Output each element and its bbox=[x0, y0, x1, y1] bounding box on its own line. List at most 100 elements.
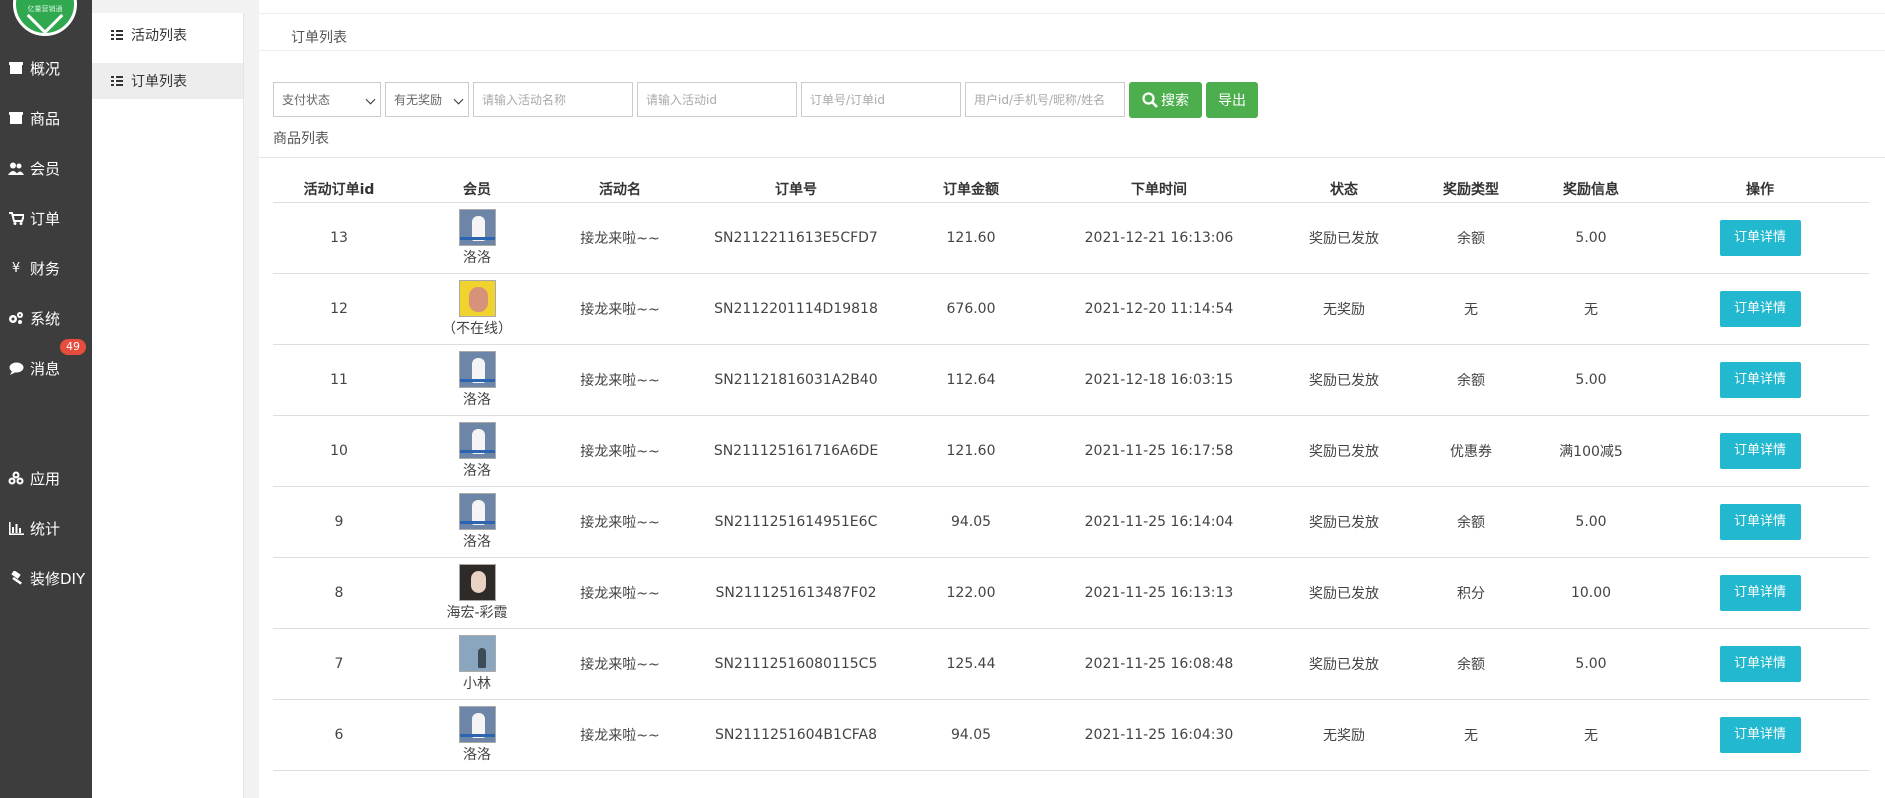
column-header: 奖励类型 bbox=[1411, 175, 1531, 203]
nav-label: 商品 bbox=[30, 109, 61, 128]
nav-item-finance[interactable]: ¥ 财务 bbox=[0, 253, 92, 283]
order-detail-button[interactable]: 订单详情 bbox=[1719, 717, 1801, 753]
reward-type-cell: 无 bbox=[1411, 699, 1531, 771]
nav-item-stats[interactable]: 统计 bbox=[0, 513, 92, 543]
pay-status-select[interactable]: 支付状态 bbox=[273, 82, 381, 117]
search-button[interactable]: 搜索 bbox=[1129, 82, 1202, 118]
nav-item-system[interactable]: 系统 bbox=[0, 303, 92, 333]
order-detail-button[interactable]: 订单详情 bbox=[1719, 433, 1801, 469]
user-search-input[interactable]: 用户id/手机号/昵称/姓名 bbox=[965, 82, 1125, 117]
activity-cell: 接龙来啦~~ bbox=[549, 557, 691, 629]
order-no-cell: SN21121816031A2B40 bbox=[691, 344, 901, 416]
amount-cell: 125.44 bbox=[901, 628, 1041, 700]
member-cell: 洛洛 bbox=[405, 202, 549, 274]
nav-item-members[interactable]: 会员 bbox=[0, 153, 92, 183]
order-detail-button[interactable]: 订单详情 bbox=[1719, 646, 1801, 682]
member-name[interactable]: 小林 bbox=[405, 673, 549, 693]
table-row: 8 海宏-彩霞 接龙来啦~~ SN2111251613487F02 122.00… bbox=[273, 557, 1869, 629]
avatar[interactable] bbox=[458, 493, 496, 530]
nav-label: 订单 bbox=[30, 209, 61, 228]
nav-item-apps[interactable]: 应用 bbox=[0, 463, 92, 493]
member-name[interactable]: 洛洛 bbox=[405, 744, 549, 764]
top-bar bbox=[259, 0, 1885, 14]
time-cell: 2021-11-25 16:04:30 bbox=[1041, 699, 1277, 771]
activity-cell: 接龙来啦~~ bbox=[549, 202, 691, 274]
subnav-item-activity-list[interactable]: 活动列表 bbox=[92, 17, 243, 53]
column-header: 活动名 bbox=[549, 175, 691, 203]
pay-status-value: 支付状态 bbox=[282, 93, 331, 107]
status-cell: 奖励已发放 bbox=[1277, 628, 1411, 700]
nav-label: 会员 bbox=[30, 159, 61, 178]
app-logo[interactable]: 亿量营销通 bbox=[13, 0, 77, 36]
activity-id-input[interactable]: 请输入活动id bbox=[637, 82, 797, 117]
amount-cell: 676.00 bbox=[901, 273, 1041, 345]
overview-icon bbox=[8, 60, 24, 76]
avatar[interactable] bbox=[458, 280, 496, 317]
reward-info-cell: 10.00 bbox=[1531, 557, 1651, 629]
main-content: 订单列表 支付状态 有无奖励 请输入活动名称 请输入活动id 订单号/订单id … bbox=[259, 0, 1885, 798]
avatar[interactable] bbox=[458, 209, 496, 246]
reward-select[interactable]: 有无奖励 bbox=[385, 82, 469, 117]
subnav-item-order-list[interactable]: 订单列表 bbox=[92, 63, 243, 99]
order-no-cell: SN2111251613487F02 bbox=[691, 557, 901, 629]
activity-cell: 接龙来啦~~ bbox=[549, 344, 691, 416]
status-cell: 奖励已发放 bbox=[1277, 202, 1411, 274]
order-detail-button[interactable]: 订单详情 bbox=[1719, 220, 1801, 256]
order-detail-button[interactable]: 订单详情 bbox=[1719, 291, 1801, 327]
reward-type-cell: 余额 bbox=[1411, 486, 1531, 558]
member-name[interactable]: 洛洛 bbox=[405, 389, 549, 409]
order-detail-button[interactable]: 订单详情 bbox=[1719, 575, 1801, 611]
avatar[interactable] bbox=[458, 422, 496, 459]
members-icon bbox=[8, 160, 24, 176]
order-id-cell: 13 bbox=[273, 202, 405, 274]
nav-item-goods[interactable]: 商品 bbox=[0, 103, 92, 133]
reward-type-cell: 积分 bbox=[1411, 557, 1531, 629]
nav-item-orders[interactable]: 订单 bbox=[0, 203, 92, 233]
nav-item-messages[interactable]: 消息 49 bbox=[0, 339, 92, 383]
goods-icon bbox=[8, 110, 24, 126]
time-cell: 2021-11-25 16:08:48 bbox=[1041, 628, 1277, 700]
order-id-cell: 12 bbox=[273, 273, 405, 345]
order-detail-button[interactable]: 订单详情 bbox=[1719, 362, 1801, 398]
order-detail-button[interactable]: 订单详情 bbox=[1719, 504, 1801, 540]
nav-label: 统计 bbox=[30, 519, 61, 538]
order-no-cell: SN211125161716A6DE bbox=[691, 415, 901, 487]
order-id-cell: 7 bbox=[273, 628, 405, 700]
breadcrumb[interactable]: 订单列表 bbox=[291, 27, 347, 47]
nav-item-diy[interactable]: 装修DIY bbox=[0, 563, 92, 593]
subnav-label: 订单列表 bbox=[131, 74, 187, 90]
table-header-row: 活动订单id 会员 活动名 订单号 订单金额 下单时间 状态 奖励类型 奖励信息… bbox=[273, 175, 1869, 203]
column-header: 订单号 bbox=[691, 175, 901, 203]
subnav-label: 活动列表 bbox=[131, 28, 187, 44]
nav-label: 应用 bbox=[30, 469, 61, 488]
member-cell: 小林 bbox=[405, 628, 549, 700]
member-name[interactable]: 海宏-彩霞 bbox=[405, 602, 549, 622]
member-cell: （不在线） bbox=[405, 273, 549, 345]
reward-info-cell: 满100减5 bbox=[1531, 415, 1651, 487]
avatar[interactable] bbox=[458, 351, 496, 388]
order-id-cell: 8 bbox=[273, 557, 405, 629]
status-cell: 奖励已发放 bbox=[1277, 344, 1411, 416]
search-button-label: 搜索 bbox=[1161, 93, 1189, 109]
order-search-input[interactable]: 订单号/订单id bbox=[801, 82, 961, 117]
activity-name-input[interactable]: 请输入活动名称 bbox=[473, 82, 633, 117]
time-cell: 2021-12-18 16:03:15 bbox=[1041, 344, 1277, 416]
avatar[interactable] bbox=[458, 564, 496, 601]
order-no-cell: SN2111251604B1CFA8 bbox=[691, 699, 901, 771]
nav-label: 消息 bbox=[30, 359, 61, 378]
member-name[interactable]: 洛洛 bbox=[405, 531, 549, 551]
order-no-cell: SN2112201114D19818 bbox=[691, 273, 901, 345]
avatar[interactable] bbox=[458, 706, 496, 743]
export-button[interactable]: 导出 bbox=[1206, 82, 1258, 118]
reward-info-cell: 5.00 bbox=[1531, 202, 1651, 274]
avatar[interactable] bbox=[458, 635, 496, 672]
member-name[interactable]: （不在线） bbox=[405, 318, 549, 338]
time-cell: 2021-12-21 16:13:06 bbox=[1041, 202, 1277, 274]
action-cell: 订单详情 bbox=[1651, 557, 1869, 629]
member-name[interactable]: 洛洛 bbox=[405, 247, 549, 267]
sub-sidebar: 活动列表 订单列表 bbox=[92, 13, 244, 798]
amount-cell: 94.05 bbox=[901, 699, 1041, 771]
order-id-cell: 10 bbox=[273, 415, 405, 487]
nav-item-overview[interactable]: 概况 bbox=[0, 53, 92, 83]
member-name[interactable]: 洛洛 bbox=[405, 460, 549, 480]
